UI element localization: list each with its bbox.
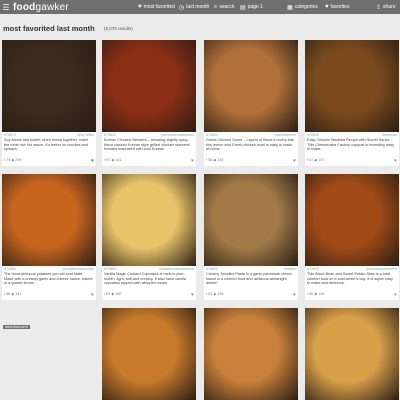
- logo[interactable]: foodgawker: [13, 2, 69, 13]
- recipe-author[interactable]: Sera Wiley: [77, 133, 94, 137]
- logo-gawker: gawker: [35, 1, 69, 13]
- recipe-description[interactable]: This Black Bean and Sweet Potato Stew is…: [307, 272, 397, 286]
- recipe-id: #70610: [307, 267, 319, 271]
- nav-label: last month: [186, 4, 210, 10]
- favorite-heart-icon[interactable]: ♥: [91, 292, 94, 298]
- recipe-card[interactable]: #70610 jeromekosentiment This Black Bean …: [305, 174, 399, 300]
- advertisement-label: advertisement: [3, 325, 30, 329]
- recipe-image[interactable]: [2, 174, 96, 266]
- recipe-id: #70680: [4, 267, 16, 271]
- nav-favorites[interactable]: ♥ favorites: [325, 0, 349, 14]
- recipe-description[interactable]: Korean Chicken Skewers – Amazing slightl…: [104, 138, 194, 152]
- recipe-image[interactable]: [204, 174, 298, 266]
- recipe-card[interactable]: [102, 308, 196, 400]
- recipe-author[interactable]: mauriMichele: [275, 133, 296, 137]
- comment-count: 57: [309, 158, 314, 162]
- nav-share[interactable]: ⇪ share: [376, 0, 396, 14]
- recipe-image[interactable]: [305, 40, 399, 132]
- page-title: most favorited last month: [3, 24, 95, 33]
- recipe-author[interactable]: perrotoncookedbites: [161, 133, 194, 137]
- recipe-image[interactable]: [305, 174, 399, 266]
- recipe-description[interactable]: Vanilla Magic Custard Cupcakes is melt-i…: [104, 272, 194, 286]
- recipe-id: #70842: [104, 133, 116, 137]
- recipe-card[interactable]: [305, 308, 399, 400]
- recipe-author[interactable]: thefoodie: [382, 133, 397, 137]
- nav-label: most favorited: [143, 4, 175, 10]
- nav-label: categories: [294, 4, 318, 10]
- favorite-heart-icon[interactable]: ♥: [394, 292, 397, 298]
- recipe-description[interactable]: Greek Chicken Gyros – Layers of flavor i…: [206, 138, 296, 152]
- recipe-image[interactable]: [204, 308, 298, 400]
- recipe-description[interactable]: The most delicious potatoes you will eve…: [4, 272, 94, 286]
- recipe-card[interactable]: #70884 simplebrookedesserts Vanilla Magic…: [102, 174, 196, 300]
- comment-count: 53: [208, 292, 213, 296]
- heart-icon: ♥: [138, 4, 142, 10]
- nav-page[interactable]: ▤ page 1: [240, 0, 263, 14]
- favorite-heart-icon[interactable]: ♥: [191, 292, 194, 298]
- comment-count: 56: [309, 292, 314, 296]
- menu-icon[interactable]: ☰: [1, 0, 11, 14]
- nav-most-favorited[interactable]: ♥ most favorited: [138, 0, 175, 14]
- favorite-heart-icon[interactable]: ♥: [394, 158, 397, 164]
- recipe-image[interactable]: [102, 40, 196, 132]
- page-icon: ▤: [240, 4, 246, 11]
- favorite-heart-icon[interactable]: ♥: [293, 158, 296, 164]
- fav-count: 135: [217, 292, 224, 296]
- recipe-id: #70884: [104, 267, 116, 271]
- recipe-image[interactable]: [2, 40, 96, 132]
- fav-count: 148: [318, 292, 325, 296]
- recipe-author[interactable]: yeungthreefavourite: [62, 267, 94, 271]
- fav-count: 299: [15, 158, 22, 162]
- recipe-card[interactable]: #70680 yeungthreefavourite The most delic…: [2, 174, 96, 300]
- logo-food: food: [13, 1, 36, 13]
- categories-icon: ▦: [287, 4, 293, 11]
- recipe-card[interactable]: #70600 thefoodie Easy Chicken Madeira Rec…: [305, 40, 399, 166]
- nav-last-month[interactable]: ◷ last month: [179, 0, 209, 14]
- recipe-image[interactable]: [102, 174, 196, 266]
- recipe-card[interactable]: #70832 mauriMichele Greek Chicken Gyros –…: [204, 40, 298, 166]
- recipe-image[interactable]: [204, 40, 298, 132]
- favorite-heart-icon[interactable]: ♥: [191, 158, 194, 164]
- favorite-heart-icon[interactable]: ♥: [91, 158, 94, 164]
- top-bar: ☰ foodgawker ♥ most favorited ◷ last month…: [0, 0, 400, 14]
- favorite-heart-icon[interactable]: ♥: [293, 292, 296, 298]
- favorites-icon: ♥: [325, 4, 329, 10]
- nav-label: share: [383, 4, 396, 10]
- recipe-description[interactable]: Soy sauce and butter, when mixed togethe…: [4, 138, 94, 152]
- recipe-image[interactable]: [305, 308, 399, 400]
- nav-label: search: [219, 4, 235, 10]
- recipe-author[interactable]: chefkar: [284, 267, 296, 271]
- share-icon: ⇪: [376, 4, 382, 11]
- recipe-description[interactable]: Easy Chicken Madeira Recipe with Secret …: [307, 138, 397, 152]
- recipe-id: #70822: [206, 267, 218, 271]
- nav-label: page 1: [247, 4, 263, 10]
- recipe-author[interactable]: simplebrookedesserts: [159, 267, 194, 271]
- recipe-card[interactable]: #70822 chefkar Creamy Tortellini Pasta in…: [204, 174, 298, 300]
- recipe-card[interactable]: [204, 308, 298, 400]
- recipe-id: #70600: [307, 133, 319, 137]
- clock-icon: ◷: [179, 4, 185, 11]
- recipe-description[interactable]: Creamy Tortellini Pasta in a garlic parm…: [206, 272, 296, 286]
- recipe-card[interactable]: #70842 perrotoncookedbites Korean Chicken…: [102, 40, 196, 166]
- fav-count: 135: [217, 158, 224, 162]
- fav-count: 160: [115, 292, 122, 296]
- recipe-author[interactable]: jeromekosentiment: [367, 267, 397, 271]
- comment-count: 67: [106, 158, 111, 162]
- comment-count: 58: [208, 158, 213, 162]
- recipe-card[interactable]: #70672 Sera Wiley Soy sauce and butter, w…: [2, 40, 96, 166]
- fav-count: 161: [115, 158, 122, 162]
- nav-label: favorites: [330, 4, 350, 10]
- fav-count: 141: [15, 292, 22, 296]
- results-count: (5,078 results): [104, 26, 133, 31]
- recipe-image[interactable]: [102, 308, 196, 400]
- recipe-id: #70672: [4, 133, 16, 137]
- recipe-id: #70832: [206, 133, 218, 137]
- nav-categories[interactable]: ▦ categories: [287, 0, 318, 14]
- fav-count: 157: [318, 158, 325, 162]
- comment-count: 68: [6, 292, 11, 296]
- comment-count: 63: [106, 292, 111, 296]
- search-icon: ⌕: [214, 3, 218, 10]
- comment-count: 79: [6, 158, 11, 162]
- nav-search[interactable]: ⌕ search: [214, 0, 234, 14]
